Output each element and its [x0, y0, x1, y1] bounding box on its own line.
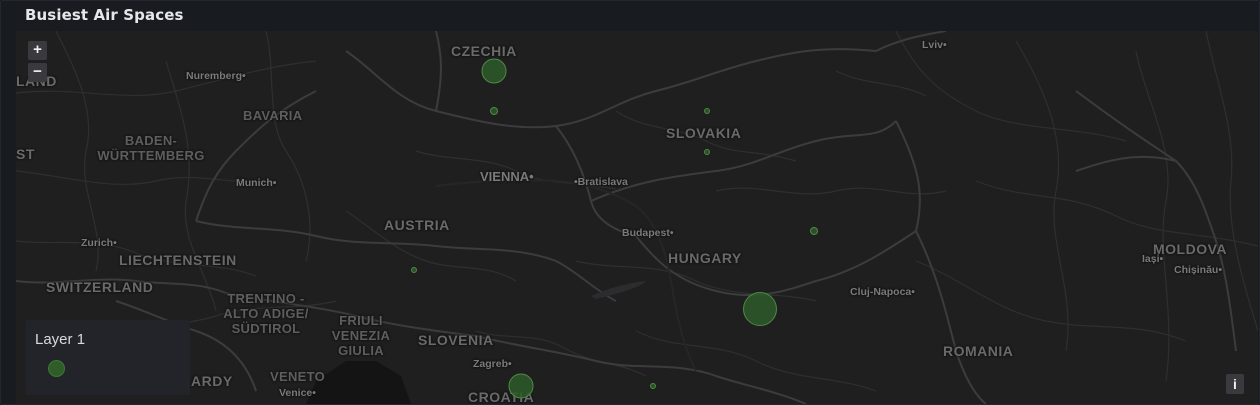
marker-hungary-south[interactable]	[743, 292, 777, 326]
geomap[interactable]: CZECHIA SLOVAKIA AUSTRIA HUNGARY SLOVENI…	[16, 31, 1258, 404]
zoom-out-button[interactable]: −	[28, 63, 47, 82]
info-button[interactable]: i	[1226, 374, 1244, 394]
legend-layer-name: Layer 1	[35, 331, 86, 348]
marker-serbia-north[interactable]	[650, 383, 656, 389]
marker-slovakia-north[interactable]	[704, 108, 710, 114]
marker-czechia-large[interactable]	[481, 58, 507, 84]
marker-slovakia-center[interactable]	[704, 149, 710, 155]
panel-header: Busiest Air Spaces	[1, 1, 1259, 31]
legend-marker-swatch	[48, 360, 65, 377]
marker-austria-south[interactable]	[411, 267, 417, 273]
marker-czechia-small[interactable]	[490, 107, 498, 115]
marker-layer	[411, 58, 818, 399]
legend: Layer 1	[26, 320, 190, 395]
map-panel: Busiest Air Spaces CZECHIA SLOVAKIA AUST…	[0, 0, 1260, 405]
marker-croatia[interactable]	[508, 373, 534, 399]
marker-hungary-east[interactable]	[810, 227, 818, 235]
zoom-in-button[interactable]: +	[28, 41, 47, 60]
panel-title: Busiest Air Spaces	[25, 6, 184, 24]
